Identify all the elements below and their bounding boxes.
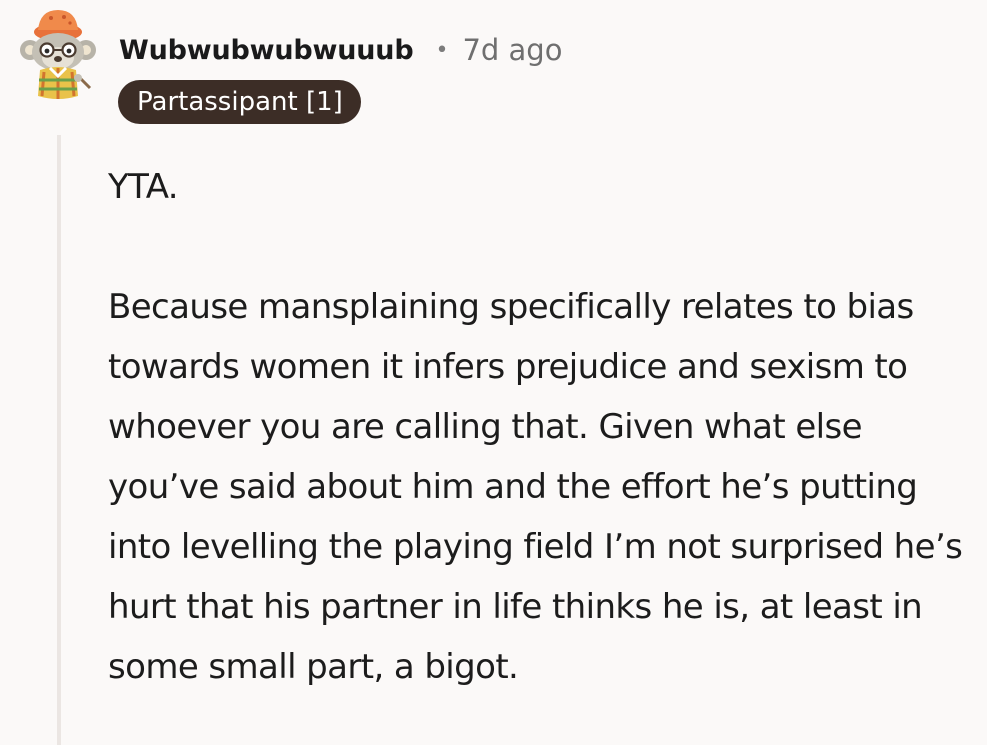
- user-flair-badge: Partassipant [1]: [118, 80, 361, 124]
- username-link[interactable]: Wubwubwubwuuub: [119, 35, 414, 66]
- thread-collapse-line[interactable]: [57, 135, 61, 745]
- comment-meta: Wubwubwubwuuub • 7d ago: [119, 28, 562, 72]
- koala-avatar-icon[interactable]: [18, 6, 100, 104]
- comment-paragraph: YTA.: [108, 167, 179, 207]
- comment-body: YTA. Because mansplaining specifically r…: [108, 157, 978, 697]
- comment-paragraph: Because mansplaining specifically relate…: [108, 287, 963, 687]
- separator-dot: •: [435, 37, 449, 63]
- comment: Wubwubwubwuuub • 7d ago Partassipant [1]…: [0, 0, 987, 745]
- timestamp-link[interactable]: 7d ago: [462, 33, 562, 67]
- avatar-image: [20, 10, 96, 99]
